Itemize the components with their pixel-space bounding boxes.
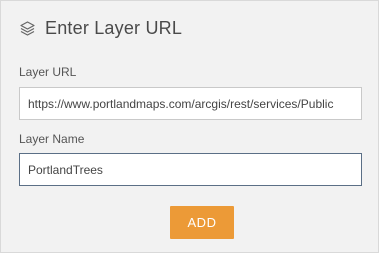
layers-icon	[19, 20, 36, 37]
add-button[interactable]: ADD	[170, 206, 234, 239]
layer-name-input[interactable]	[19, 153, 362, 186]
layer-url-label: Layer URL	[19, 65, 77, 79]
panel-header: Enter Layer URL	[19, 18, 182, 39]
layer-url-input[interactable]	[19, 87, 362, 120]
page-title: Enter Layer URL	[45, 18, 183, 38]
layer-name-label: Layer Name	[19, 132, 85, 146]
enter-layer-url-panel: Enter Layer URL Layer URL Layer Name ADD	[0, 0, 379, 253]
